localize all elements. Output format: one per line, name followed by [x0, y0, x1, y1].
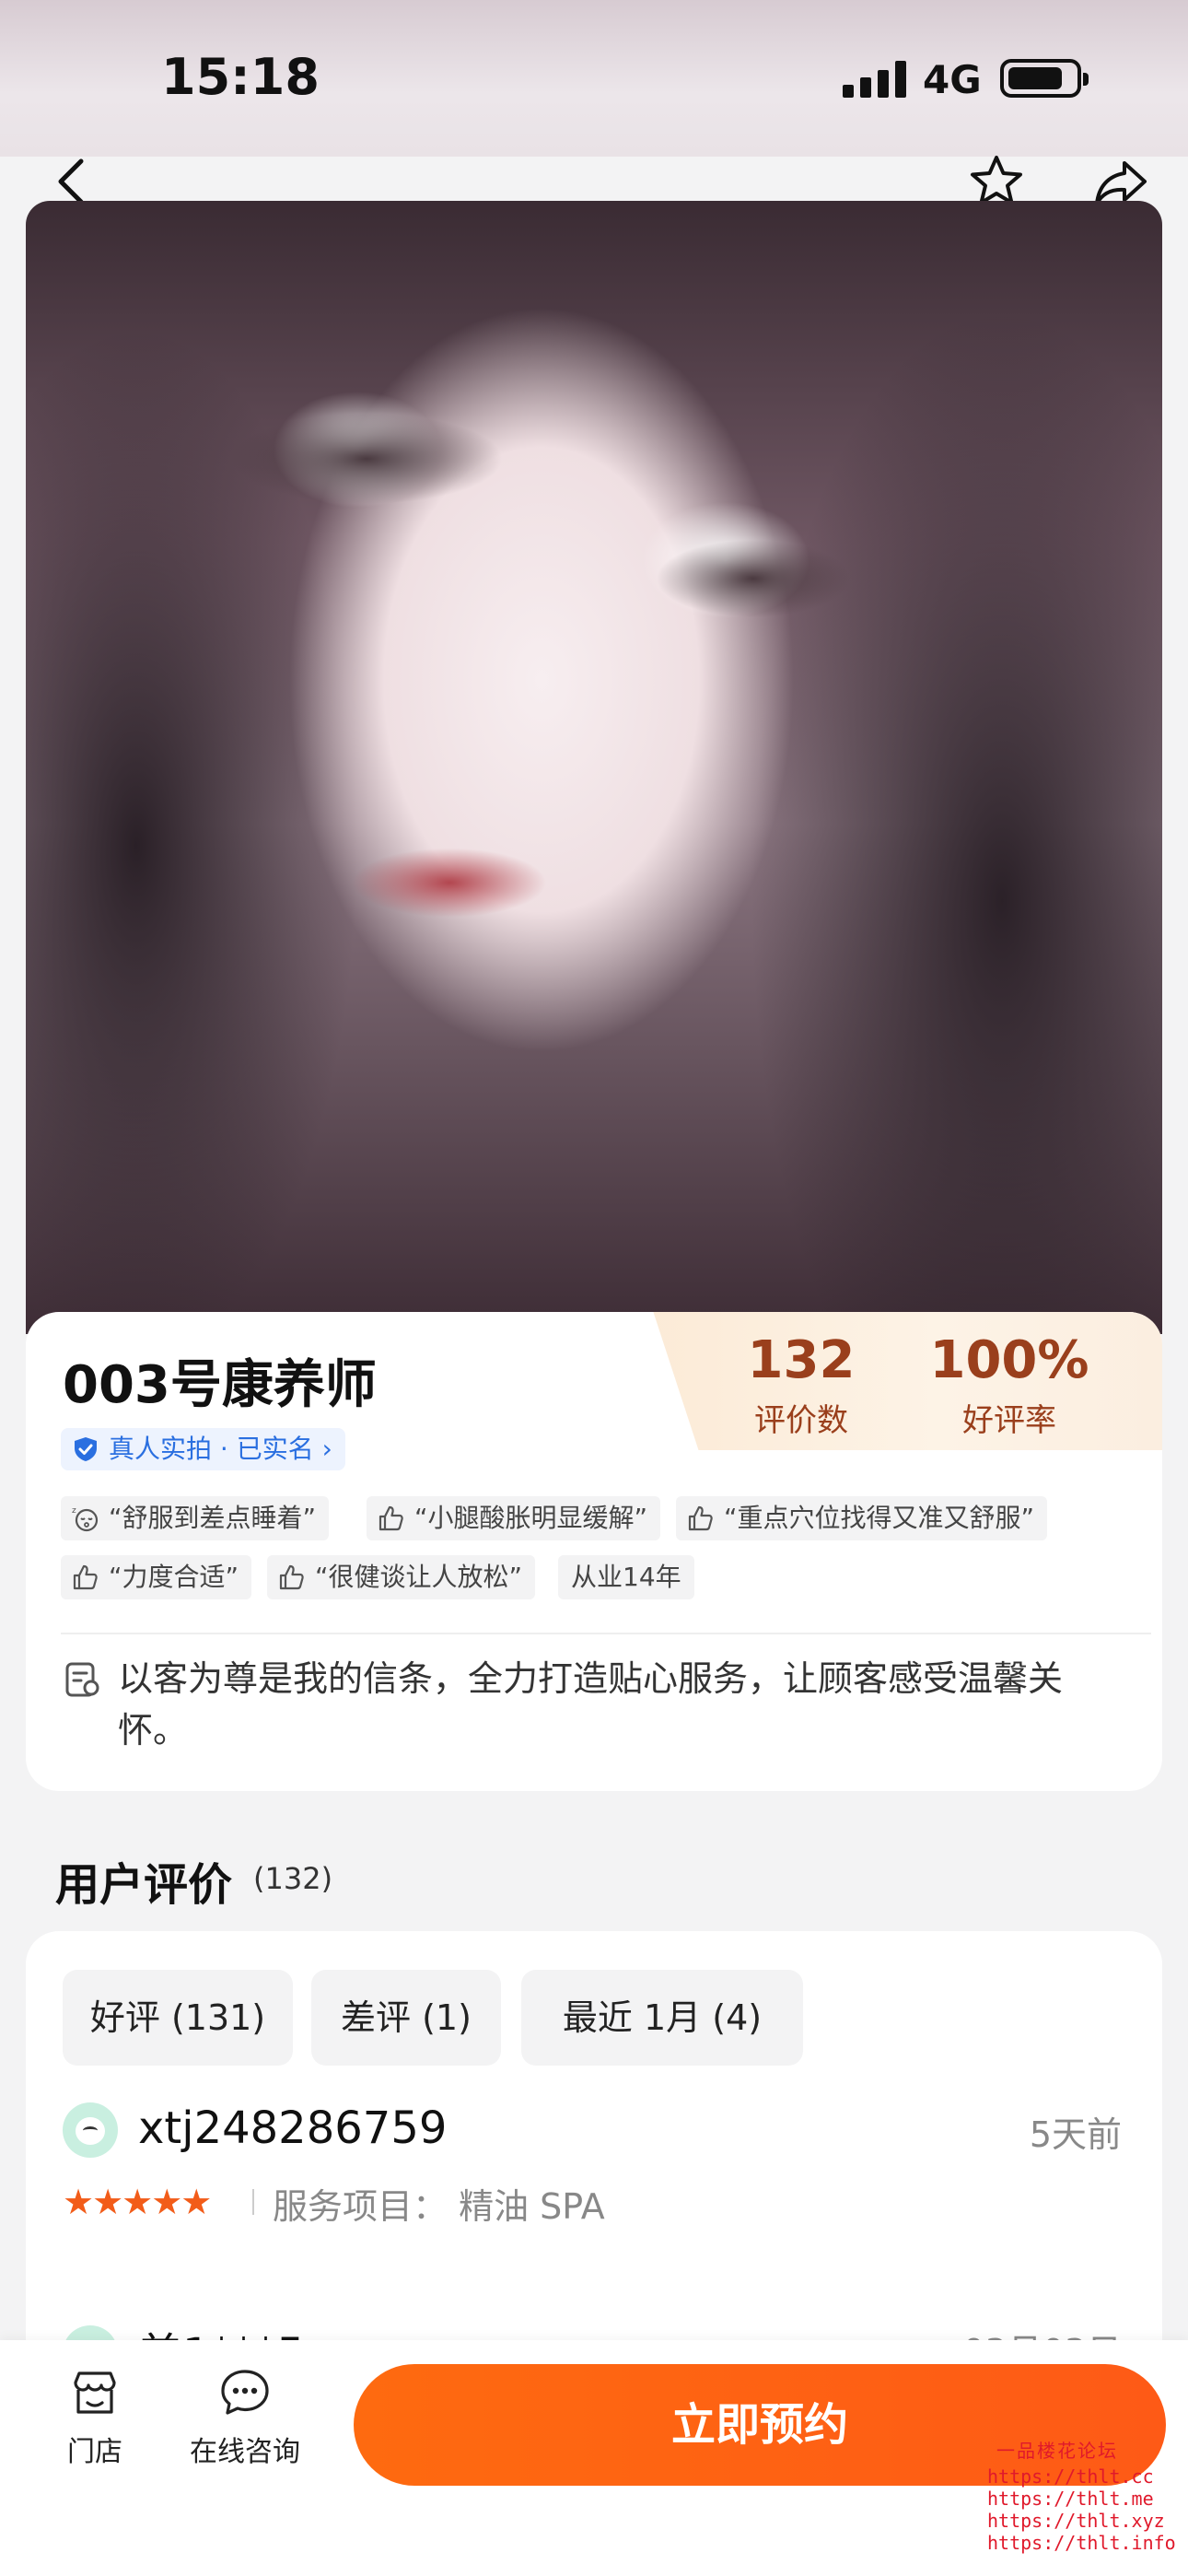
stat-rating: 100% 好评率	[908, 1329, 1111, 1440]
review-username[interactable]: xtj248286759	[138, 2102, 447, 2154]
tag-chip: “重点穴位找得又准又舒服”	[676, 1496, 1048, 1540]
chat-bubble-icon	[221, 2370, 269, 2415]
tag-chip: “很健谈让人放松”	[267, 1555, 536, 1599]
therapist-intro: 以客为尊是我的信条，全力打造贴心服务，让顾客感受温馨关怀。	[118, 1658, 1064, 1751]
chat-button[interactable]: 在线咨询	[181, 2366, 309, 2469]
avatar[interactable]	[63, 2102, 118, 2158]
review-star-rating: ★★★★★	[63, 2182, 212, 2222]
experience-chip: 从业14年	[558, 1555, 694, 1599]
verified-badge[interactable]: 真人实拍 · 已实名 ›	[61, 1428, 345, 1470]
rating-label: 好评率	[962, 1402, 1056, 1439]
reviews-count-value: 132	[747, 1330, 856, 1390]
chat-label: 在线咨询	[190, 2436, 300, 2468]
thumbs-up-icon	[279, 1564, 304, 1590]
rating-value: 100%	[929, 1330, 1089, 1390]
shield-check-icon	[75, 1437, 97, 1461]
svg-text:z: z	[72, 1506, 76, 1516]
review-service: 服务项目： 精油 SPA	[273, 2186, 605, 2227]
reviews-count-label: 评价数	[754, 1402, 848, 1439]
therapist-name: 003号康养师	[63, 1355, 377, 1415]
store-button[interactable]: 门店	[53, 2366, 136, 2469]
thumbs-up-icon	[379, 1505, 403, 1531]
store-label: 门店	[67, 2436, 122, 2468]
signal-icon	[843, 61, 906, 98]
sleepy-face-icon: z	[72, 1506, 99, 1532]
watermark-title: 一品楼花论坛	[996, 2440, 1118, 2462]
reviews-section-title: 用户评价	[55, 1859, 233, 1911]
review-time: 5天前	[1029, 2114, 1122, 2155]
reviews-section-count: (132)	[253, 1861, 333, 1896]
profile-card: 003号康养师 真人实拍 · 已实名 › 132 评价数 100% 好评率 z …	[26, 1312, 1162, 1791]
divider	[61, 1633, 1151, 1634]
watermark-line: https://thlt.info	[987, 2532, 1176, 2554]
filter-positive[interactable]: 好评 (131)	[63, 1970, 293, 2066]
tag-chip: “力度合适”	[61, 1555, 252, 1599]
filter-negative[interactable]: 差评 (1)	[311, 1970, 501, 2066]
tag-chip: “小腿酸胀明显缓解”	[367, 1496, 661, 1540]
network-type: 4G	[923, 57, 982, 102]
thumbs-up-icon	[688, 1505, 713, 1531]
filter-recent[interactable]: 最近 1月 (4)	[521, 1970, 803, 2066]
watermark: 一品楼花论坛 https://thlt.cc https://thlt.me h…	[987, 2440, 1181, 2554]
store-icon	[74, 2371, 116, 2414]
therapist-photo[interactable]	[26, 201, 1162, 1334]
divider	[252, 2189, 254, 2215]
verified-label: 真人实拍 · 已实名 ›	[109, 1434, 332, 1464]
watermark-line: https://thlt.cc	[987, 2465, 1154, 2488]
status-bar: 15:18 4G	[0, 0, 1188, 157]
status-time: 15:18	[161, 48, 320, 106]
thumbs-up-icon	[73, 1564, 98, 1590]
watermark-line: https://thlt.xyz	[987, 2510, 1165, 2532]
watermark-line: https://thlt.me	[987, 2488, 1154, 2510]
stat-reviews: 132 评价数	[718, 1329, 884, 1440]
battery-icon	[1000, 59, 1089, 98]
profile-note-icon	[65, 1662, 99, 1697]
tag-chip: z “舒服到差点睡着”	[61, 1496, 330, 1540]
